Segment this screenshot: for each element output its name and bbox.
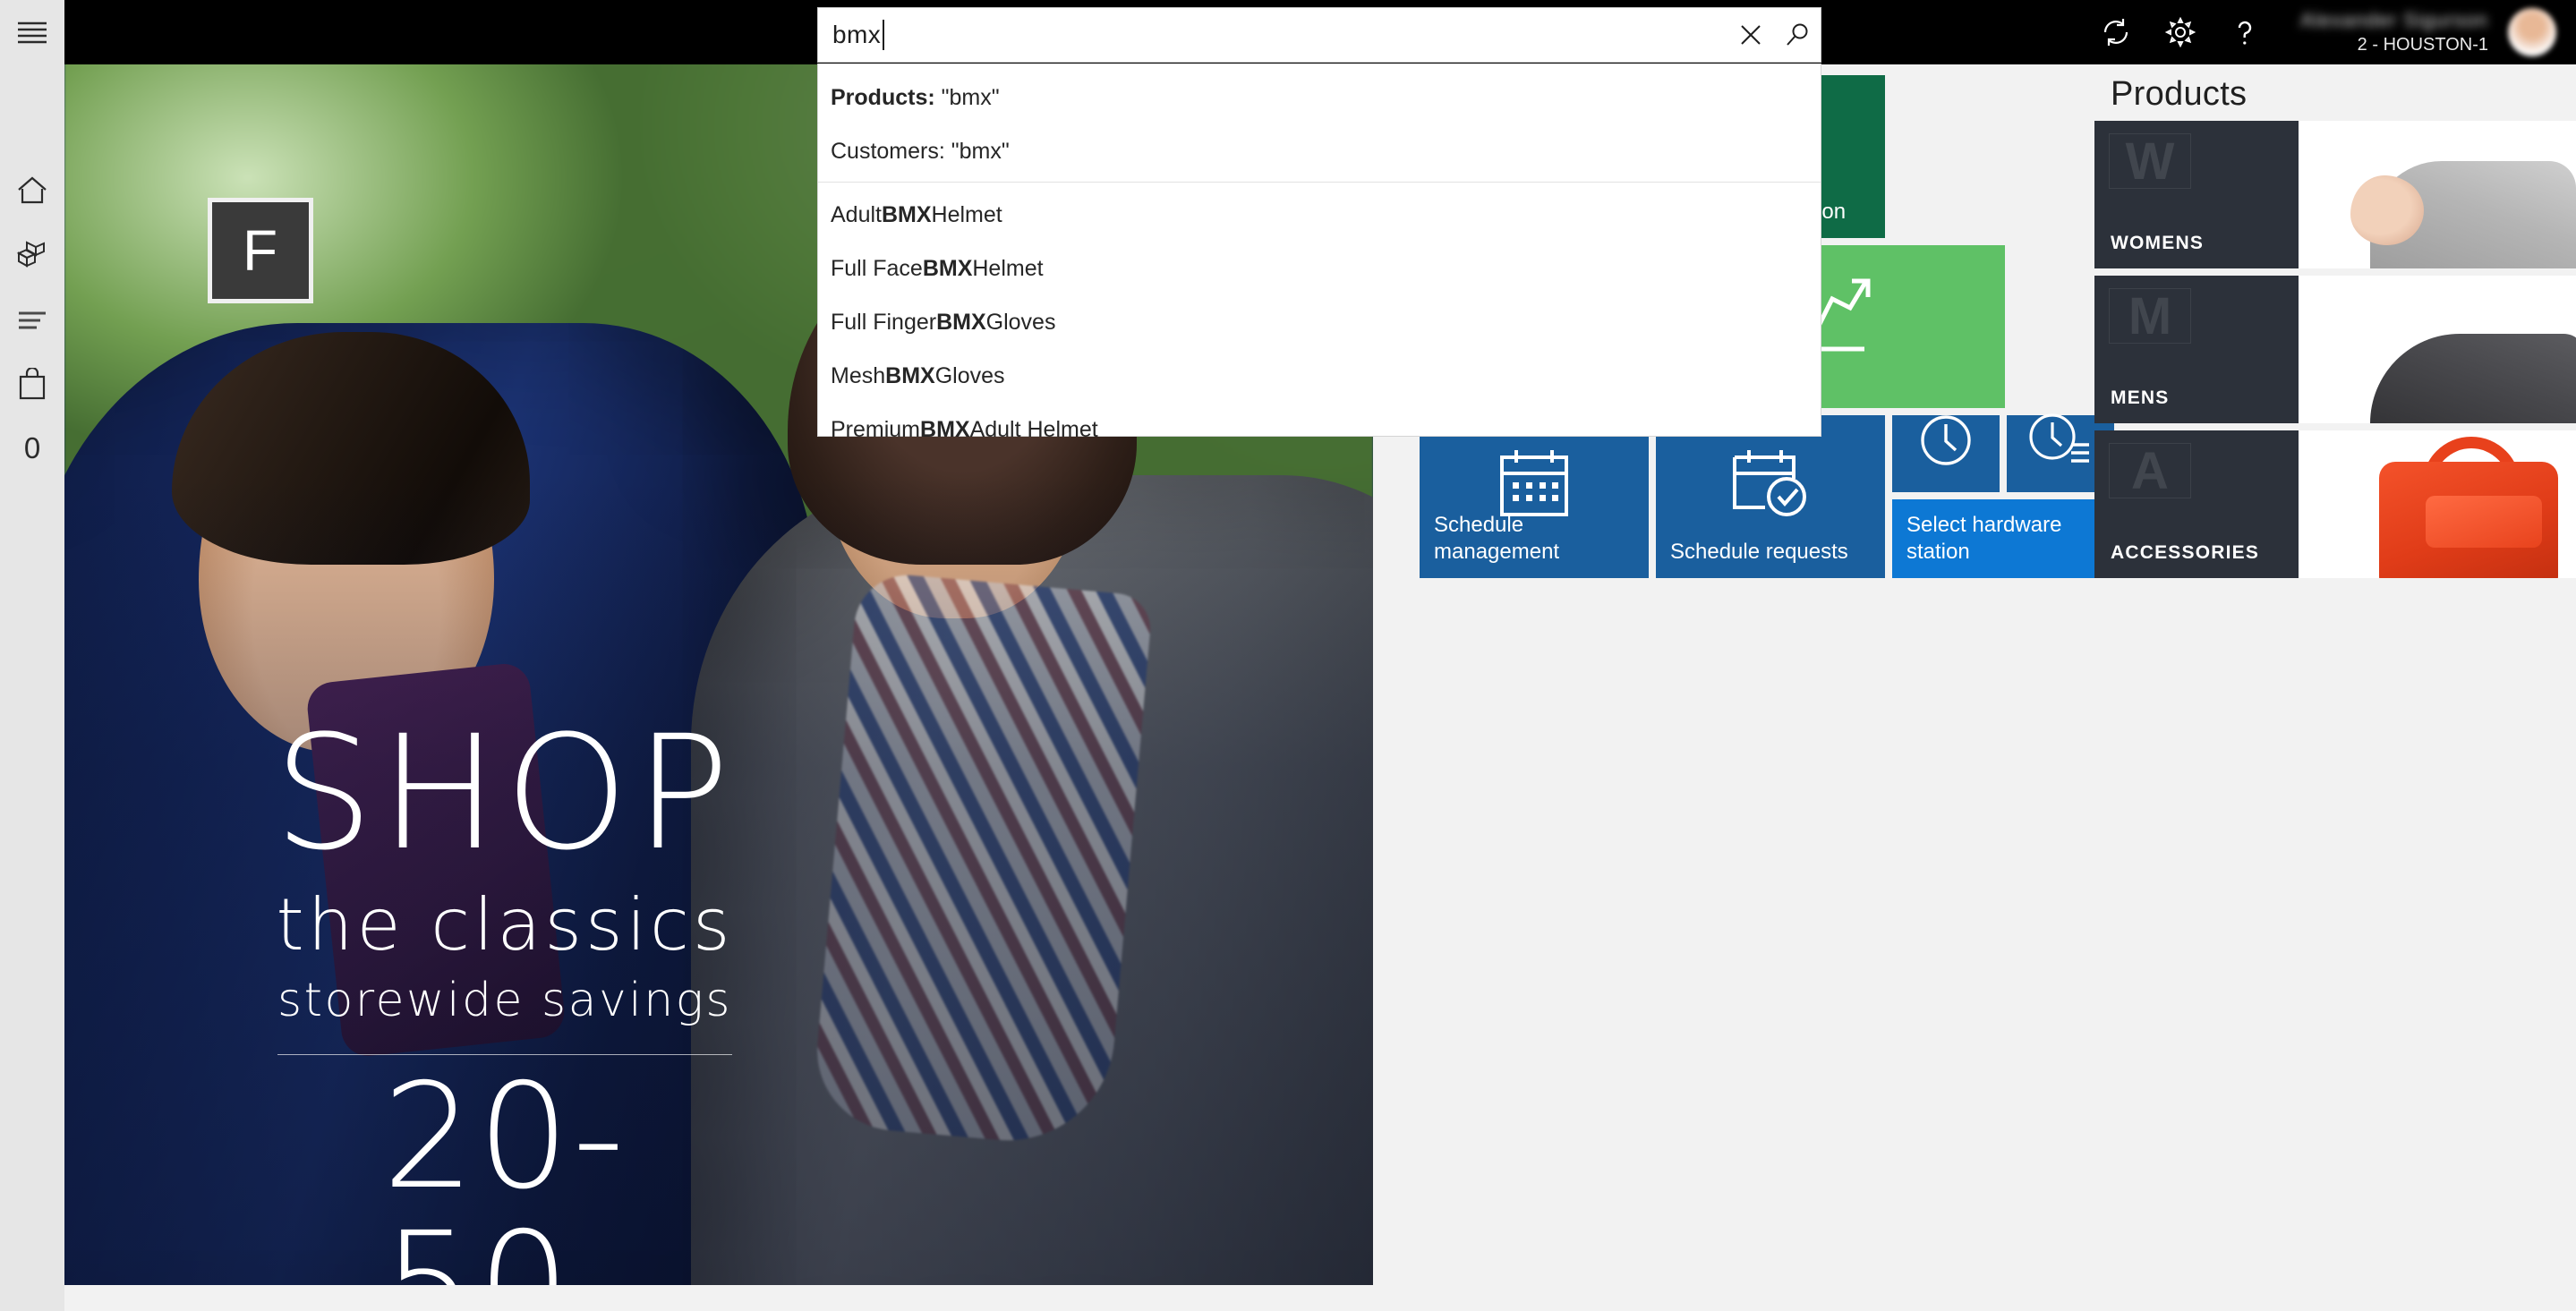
page-title: Products [2111, 75, 2248, 113]
search-box[interactable]: bmx [817, 7, 1821, 63]
sidebar-item-products[interactable] [0, 223, 64, 287]
products-panel: Products W WOMENS M MENS A ACCESSORIES [2094, 64, 2576, 762]
product-card-initial: W [2109, 132, 2191, 191]
pos-application: 0 Alexander Sigurson 2 - HOUSTON-1 bmx P… [0, 0, 2576, 1311]
cart-count-badge: 0 [23, 431, 41, 464]
suggestion-scope-prefix: Customers: [831, 138, 945, 164]
clock-icon [1892, 415, 2000, 465]
sidebar-item-cart[interactable] [0, 352, 64, 416]
suggestion-item[interactable]: Full Finger BMX Gloves [818, 295, 1821, 349]
store-name: 2 - HOUSTON-1 [2357, 35, 2488, 55]
product-card-image [2299, 276, 2576, 423]
accessory-bag-flap [2426, 496, 2542, 548]
product-card-tile: M MENS [2094, 276, 2299, 423]
suggestion-pre: Full Finger [831, 309, 937, 335]
suggestion-match: BMX [922, 255, 973, 281]
mens-model-shape [2370, 334, 2576, 423]
tile-time-clock[interactable] [1892, 415, 2000, 492]
suggestion-pre: Adult [831, 201, 882, 227]
tile-select-hardware-station[interactable]: Select hardware station [1892, 499, 2114, 578]
product-card-initial: A [2109, 442, 2191, 500]
divider [818, 182, 1821, 183]
user-name: Alexander Sigurson [2299, 9, 2488, 31]
gear-icon[interactable] [2148, 0, 2213, 64]
suggestion-post: Helmet [972, 255, 1044, 281]
close-icon[interactable] [1727, 7, 1774, 63]
hero-discount-unit: % [573, 1283, 627, 1285]
suggestion-match: BMX [885, 362, 935, 388]
user-info[interactable]: Alexander Sigurson 2 - HOUSTON-1 [2300, 0, 2488, 64]
product-category-card[interactable]: A ACCESSORIES [2094, 430, 2576, 578]
product-card-label: WOMENS [2111, 233, 2205, 253]
suggestion-scope-query: "bmx" [941, 84, 1000, 110]
suggestion-scope-query: "bmx" [951, 138, 1010, 164]
text-caret [883, 20, 885, 50]
tile-label: Schedule requests [1670, 540, 1848, 564]
product-card-tile: W WOMENS [2094, 121, 2299, 268]
help-icon[interactable] [2213, 0, 2277, 64]
product-card-tile: A ACCESSORIES [2094, 430, 2299, 578]
suggestion-post: Gloves [934, 362, 1005, 388]
sidebar-item-home[interactable] [0, 158, 64, 223]
suggestion-pre: Mesh [831, 362, 886, 388]
product-card-label: MENS [2111, 387, 2170, 408]
search-input-value: bmx [832, 21, 882, 48]
product-category-card[interactable]: W WOMENS [2094, 121, 2576, 268]
product-category-card[interactable]: M MENS [2094, 276, 2576, 423]
hero-headline: SHOP [273, 702, 737, 885]
suggestion-item[interactable]: Adult BMX Helmet [818, 188, 1821, 242]
search-input[interactable]: bmx [818, 8, 1727, 62]
sync-icon[interactable] [2084, 0, 2148, 64]
suggestion-post: Gloves [985, 309, 1056, 335]
topbar-actions: Alexander Sigurson 2 - HOUSTON-1 [2084, 0, 2560, 64]
hero-tagline: storewide savings [277, 974, 732, 1028]
womens-model-hand [2350, 175, 2424, 245]
suggestion-scope-prefix: Products: [831, 84, 935, 110]
search-suggestions-dropdown[interactable]: Products: "bmx" Customers: "bmx" Adult B… [817, 64, 1821, 442]
suggestion-match: BMX [920, 416, 970, 442]
product-card-image [2299, 430, 2576, 578]
left-nav-rail: 0 [0, 0, 64, 1311]
suggestion-post: Adult Helmet [969, 416, 1098, 442]
sidebar-item-transactions[interactable] [0, 287, 64, 352]
suggestion-pre: Full Face [831, 255, 923, 281]
suggestion-item[interactable]: Mesh BMX Gloves [818, 349, 1821, 403]
hamburger-menu-icon[interactable] [0, 0, 64, 64]
suggestion-match: BMX [936, 309, 986, 335]
suggestion-item[interactable]: Full Face BMX Helmet [818, 242, 1821, 295]
hero-copy: SHOP the classics storewide savings 20-5… [272, 702, 738, 1285]
suggestion-scope-products[interactable]: Products: "bmx" [818, 71, 1821, 124]
hero-discount-value: 20-50 [382, 1053, 627, 1285]
search-icon[interactable] [1774, 7, 1821, 63]
suggestion-match: BMX [881, 201, 932, 227]
product-card-initial: M [2109, 287, 2191, 345]
hero-subheadline: the classics [276, 883, 734, 967]
product-card-label: ACCESSORIES [2111, 542, 2260, 563]
avatar[interactable] [2508, 8, 2556, 56]
suggestion-pre: Premium [831, 416, 921, 442]
hero-brand-badge: F [208, 198, 313, 303]
suggestion-item[interactable]: Premium BMX Adult Helmet [818, 403, 1821, 456]
nav-items: 0 [0, 158, 64, 481]
product-card-image [2299, 121, 2576, 268]
suggestion-scope-customers[interactable]: Customers: "bmx" [818, 124, 1821, 178]
suggestion-post: Helmet [931, 201, 1002, 227]
hero-discount: 20-50% [272, 1064, 738, 1285]
tile-label: Schedule management [1434, 513, 1560, 564]
tile-label: Select hardware station [1906, 513, 2062, 564]
